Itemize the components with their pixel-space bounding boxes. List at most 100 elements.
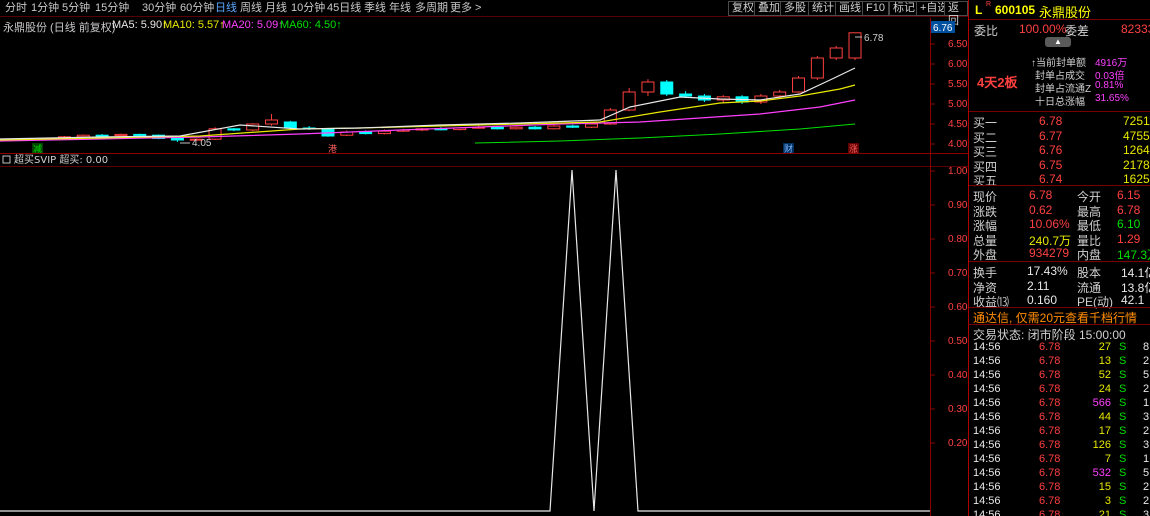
price-tick: 5.50 xyxy=(948,79,968,90)
candle-body xyxy=(114,133,128,137)
tick-price: 6.78 xyxy=(1039,467,1061,479)
tick-volume: 532 xyxy=(1092,467,1111,479)
candle-body xyxy=(377,130,391,135)
tick-volume: 15 xyxy=(1098,481,1111,493)
tick-side: S xyxy=(1119,453,1127,465)
tick-side: S xyxy=(1119,397,1127,409)
candle-body xyxy=(792,77,806,93)
candle-body xyxy=(227,128,241,131)
price-tick: 4.00 xyxy=(948,139,968,150)
bid-price: 6.76 xyxy=(1039,143,1063,157)
tick-price: 6.78 xyxy=(1039,453,1061,465)
tick-time: 14:56 xyxy=(973,509,1001,516)
candle-body xyxy=(547,125,561,130)
weibi-value: 100.00% xyxy=(1019,22,1067,36)
tick-time: 14:56 xyxy=(973,439,1001,451)
stat-value: 17.43% xyxy=(1027,264,1068,278)
tick-volume: 27 xyxy=(1098,341,1111,353)
bid-volume: 1625 xyxy=(1123,172,1150,186)
tick-volume: 52 xyxy=(1098,369,1111,381)
stock-code: 600105 xyxy=(995,3,1036,17)
tick-price: 6.78 xyxy=(1039,341,1061,353)
tick-volume: 17 xyxy=(1098,425,1111,437)
tick-extra: 3 xyxy=(1143,411,1150,423)
tick-extra: 2 xyxy=(1143,355,1150,367)
kline-chart[interactable]: 6.78 4.05 减 港 财 涨 6.50 6.00 5.50 5.00 4.… xyxy=(0,0,968,516)
collapse-toggle[interactable]: ▲ xyxy=(1045,37,1071,47)
candle-body xyxy=(509,126,523,130)
candle-body xyxy=(359,131,373,135)
candle-body xyxy=(76,134,90,138)
ma20-line xyxy=(0,99,856,142)
candle-body xyxy=(170,137,184,141)
tick-side: S xyxy=(1119,425,1127,437)
candle-body xyxy=(829,47,843,59)
bid-volume: 1264 xyxy=(1123,143,1150,157)
quote-value: 10.06% xyxy=(1029,217,1070,231)
bid-price: 6.74 xyxy=(1039,172,1063,186)
limit-board-tag: 4天2板 xyxy=(977,75,1018,90)
tick-price: 6.78 xyxy=(1039,355,1061,367)
low-label: 4.05 xyxy=(192,138,212,149)
tick-volume: 44 xyxy=(1098,411,1111,423)
tick-side: S xyxy=(1119,355,1127,367)
tick-price: 6.78 xyxy=(1039,425,1061,437)
quote-value: 6.78 xyxy=(1029,188,1053,202)
bid-price: 6.78 xyxy=(1039,114,1063,128)
candle-body xyxy=(773,91,787,97)
price-tick: 6.00 xyxy=(948,59,968,70)
tick-volume: 13 xyxy=(1098,355,1111,367)
stat-value: 42.1 xyxy=(1121,293,1145,307)
limit-row-label: 十日总涨幅 xyxy=(1035,97,1085,108)
tick-price: 6.78 xyxy=(1039,509,1061,516)
tick-time: 14:56 xyxy=(973,495,1001,507)
tick-side: S xyxy=(1119,495,1127,507)
tick-extra: 2 xyxy=(1143,383,1150,395)
bid-price: 6.75 xyxy=(1039,157,1063,172)
tick-time: 14:56 xyxy=(973,425,1001,437)
tick-side: S xyxy=(1119,467,1127,479)
candle-body xyxy=(265,119,279,125)
tick-time: 14:56 xyxy=(973,397,1001,409)
tick-side: S xyxy=(1119,481,1127,493)
marker-finance: 财 xyxy=(784,143,793,155)
tick-side: S xyxy=(1119,439,1127,451)
tick-extra: 3 xyxy=(1143,509,1150,516)
indicator-title: 超买SVIP 超买: 0.00 xyxy=(14,153,108,166)
quote-value: 1.29 xyxy=(1117,231,1141,246)
tick-extra: 1 xyxy=(1143,397,1150,409)
candle-body xyxy=(528,126,542,130)
tick-volume: 126 xyxy=(1092,439,1111,451)
tick-extra: 2 xyxy=(1143,481,1150,493)
tick-time: 14:56 xyxy=(973,369,1001,381)
tick-price: 6.78 xyxy=(1039,495,1061,507)
tick-volume: 566 xyxy=(1092,397,1111,409)
price-tick: 5.00 xyxy=(948,99,968,110)
stat-value: 2.11 xyxy=(1027,278,1050,293)
candle-body xyxy=(133,133,147,136)
tick-extra: 5 xyxy=(1143,369,1150,381)
tick-extra: 8 xyxy=(1143,341,1150,353)
candle-body xyxy=(246,123,260,131)
bid-volume: 4755 xyxy=(1123,128,1150,143)
marker-reduce: 减 xyxy=(33,143,42,155)
tick-side: S xyxy=(1119,411,1127,423)
tick-extra: 2 xyxy=(1143,495,1150,507)
tick-extra: 3 xyxy=(1143,439,1150,451)
indicator-tick: 0.40 xyxy=(948,370,968,381)
marker-hk: 港 xyxy=(328,143,337,155)
bid-price: 6.77 xyxy=(1039,128,1063,143)
stock-flag: L xyxy=(975,3,983,17)
tick-price: 6.78 xyxy=(1039,411,1061,423)
candle-body xyxy=(810,57,824,79)
price-axis: 6.50 6.00 5.50 5.00 4.50 4.00 xyxy=(948,39,968,150)
tick-volume: 24 xyxy=(1098,383,1111,395)
candle-body xyxy=(95,134,109,137)
indicator-tick: 1.00 xyxy=(948,166,968,177)
tick-volume: 21 xyxy=(1098,509,1111,516)
candle-body xyxy=(283,121,297,129)
tick-extra: 1 xyxy=(1143,453,1150,465)
limit-row-value: 31.65% xyxy=(1095,93,1129,104)
tick-price: 6.78 xyxy=(1039,481,1061,493)
stat-value: 0.160 xyxy=(1027,293,1058,307)
